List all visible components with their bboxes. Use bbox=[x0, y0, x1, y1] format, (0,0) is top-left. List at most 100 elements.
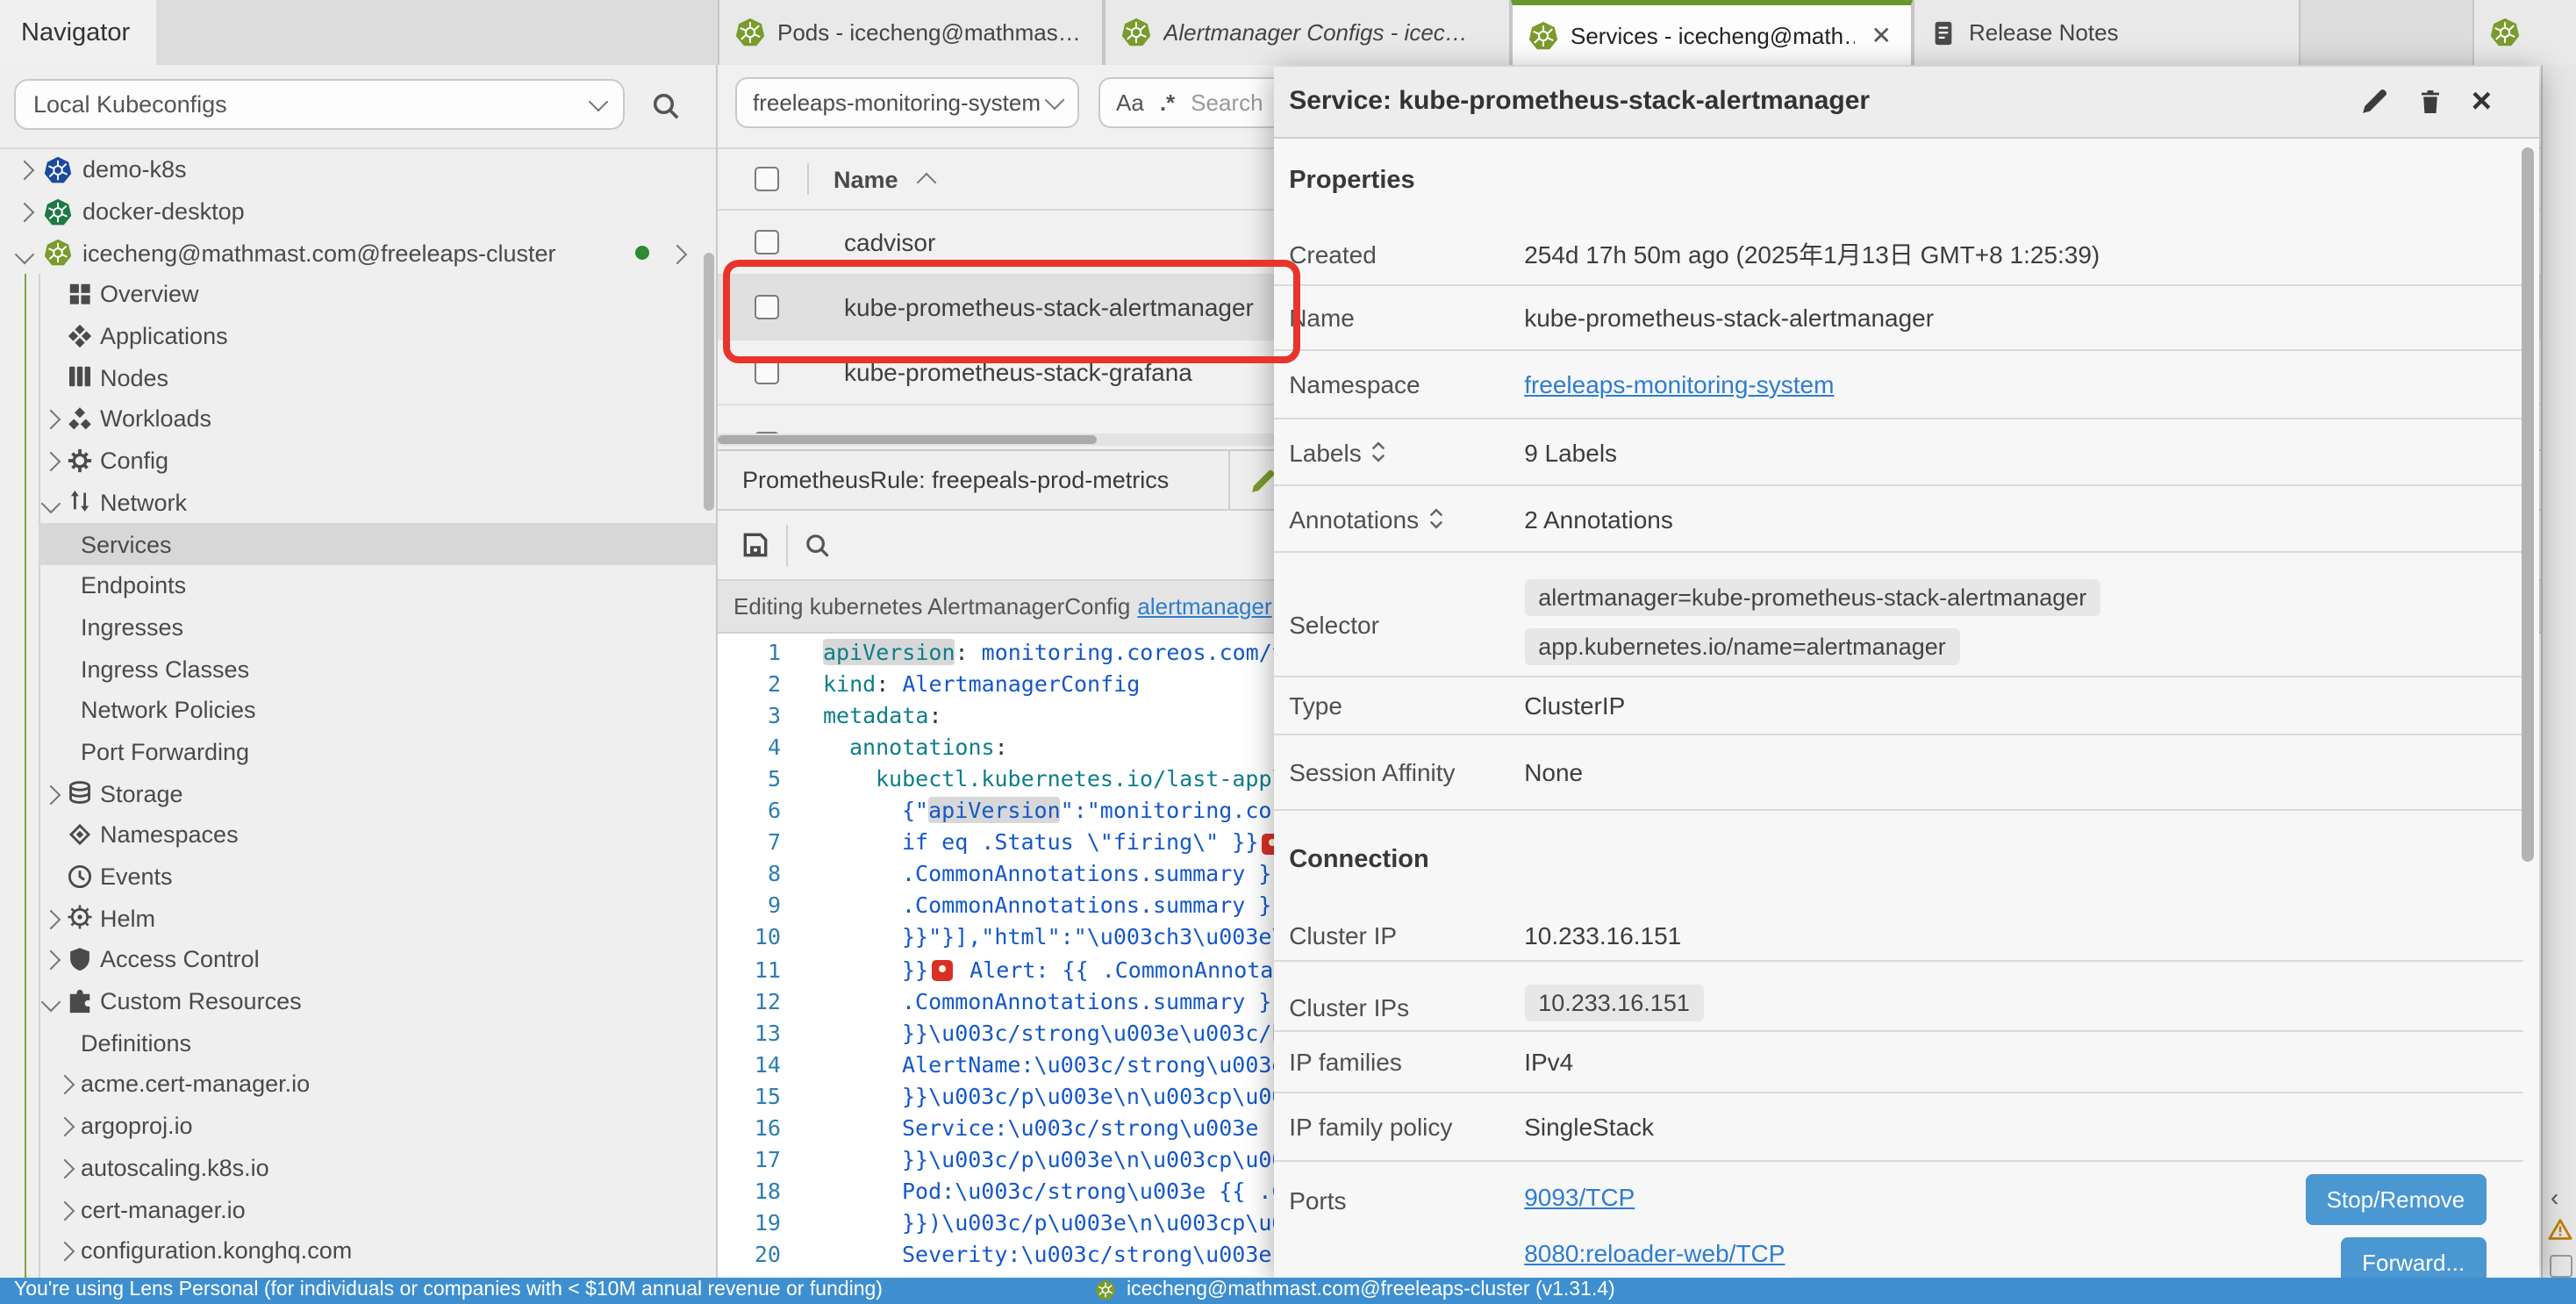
sidebar-item-access-control[interactable]: Access Control bbox=[0, 939, 718, 980]
tab-services-icecheng-math-[interactable]: Services - icecheng@math…✕ bbox=[1511, 0, 1913, 65]
chevron-right-icon[interactable] bbox=[44, 448, 58, 474]
sidebar-item-config[interactable]: Config bbox=[0, 441, 718, 482]
namespaces-icon bbox=[67, 821, 95, 849]
chevron-right-icon[interactable] bbox=[58, 1071, 72, 1098]
active-cluster-version[interactable]: icecheng@mathmast.com@freeleaps-cluster … bbox=[1127, 1280, 1615, 1301]
chevron-right-icon[interactable] bbox=[18, 157, 32, 183]
port-link[interactable]: 8080:reloader-web/TCP bbox=[1524, 1239, 1785, 1267]
sidebar-item-network-policies[interactable]: Network Policies bbox=[0, 690, 718, 731]
sidebar-item-events[interactable]: Events bbox=[0, 856, 718, 897]
chevron-down-icon[interactable] bbox=[18, 240, 32, 266]
sidebar-item-applications[interactable]: Applications bbox=[0, 316, 718, 357]
sidebar-item-port-forwarding[interactable]: Port Forwarding bbox=[0, 731, 718, 772]
network-icon bbox=[67, 489, 95, 517]
tab-alertmanager-configs-ice[interactable]: Alertmanager Configs - icec… bbox=[1104, 0, 1511, 65]
chevron-right-icon[interactable] bbox=[44, 780, 58, 806]
sidebar-item-endpoints[interactable]: Endpoints bbox=[0, 565, 718, 606]
name-column-header[interactable]: Name bbox=[834, 166, 898, 192]
chevron-down-icon bbox=[1045, 90, 1065, 111]
row-value: 2 Annotations bbox=[1524, 505, 1673, 533]
chevron-down-icon[interactable] bbox=[44, 988, 58, 1014]
drawer-row-annotations: Annotations2 Annotations bbox=[1273, 486, 2522, 553]
chevron-right-icon[interactable] bbox=[58, 1155, 72, 1181]
sort-updown-icon[interactable] bbox=[1370, 441, 1386, 463]
save-icon[interactable] bbox=[741, 530, 770, 560]
sidebar-item-acme-cert-manager-io[interactable]: acme.cert-manager.io bbox=[0, 1064, 718, 1105]
chevron-right-icon[interactable] bbox=[18, 198, 32, 225]
search-icon[interactable] bbox=[651, 91, 681, 121]
chevron-right-icon[interactable] bbox=[670, 240, 684, 266]
code-token: }}\u003c/p\u003e\n\u003cp\u003e bbox=[902, 1083, 1312, 1109]
chevron-right-icon[interactable] bbox=[44, 905, 58, 931]
code-token: monitoring.coreos.com/v1 bbox=[982, 638, 1299, 664]
license-notice[interactable]: You're using Lens Personal (for individu… bbox=[14, 1280, 883, 1301]
chevron-down-icon[interactable] bbox=[44, 490, 58, 516]
edit-pencil-icon[interactable] bbox=[2361, 87, 2391, 117]
delete-trash-icon[interactable] bbox=[2417, 87, 2445, 117]
tab-pods-icecheng-mathmas-[interactable]: Pods - icecheng@mathmas… bbox=[718, 0, 1104, 65]
sidebar-item-overview[interactable]: Overview bbox=[0, 274, 718, 315]
forward-button[interactable]: Forward... bbox=[2341, 1237, 2486, 1277]
sidebar-item-definitions[interactable]: Definitions bbox=[0, 1022, 718, 1064]
chevron-right-icon[interactable] bbox=[58, 1237, 72, 1264]
sidebar-item-cert-manager-io[interactable]: cert-manager.io bbox=[0, 1188, 718, 1229]
row-checkbox[interactable] bbox=[755, 360, 779, 384]
sidebar-item-network[interactable]: Network bbox=[0, 482, 718, 523]
sidebar-item-custom-resources[interactable]: Custom Resources bbox=[0, 981, 718, 1022]
tab-close-icon[interactable]: ✕ bbox=[1868, 20, 1895, 50]
collapse-chevron-icon[interactable]: ‹ bbox=[2551, 1183, 2558, 1211]
sidebar-item-storage[interactable]: Storage bbox=[0, 773, 718, 814]
tab-partial[interactable] bbox=[2472, 0, 2576, 65]
sidebar-item-configuration-konghq-com[interactable]: configuration.konghq.com bbox=[0, 1230, 718, 1272]
sidebar-item-nodes[interactable]: Nodes bbox=[0, 357, 718, 398]
code-token: if eq .Status \"firing\" }} bbox=[902, 828, 1258, 855]
regex-icon[interactable]: .* bbox=[1160, 90, 1175, 116]
sidebar-item-services[interactable]: Services bbox=[0, 523, 718, 564]
code-token: }}\u003c/p\u003e\n\u003cp\u003e bbox=[902, 1146, 1312, 1172]
sidebar-item-autoscaling-k8s-io[interactable]: autoscaling.k8s.io bbox=[0, 1147, 718, 1188]
chevron-right-icon[interactable] bbox=[58, 1113, 72, 1139]
overview-icon bbox=[67, 281, 95, 309]
tab-release-notes[interactable]: Release Notes bbox=[1913, 0, 2301, 65]
chevron-right-icon[interactable] bbox=[44, 947, 58, 973]
navigator-sidebar: Local Kubeconfigs demo-k8sdocker-desktop… bbox=[0, 65, 718, 1278]
line-number: 19 bbox=[718, 1207, 781, 1239]
match-case-icon[interactable]: Aa bbox=[1116, 90, 1144, 116]
kubeconfig-selector[interactable]: Local Kubeconfigs bbox=[14, 79, 625, 130]
sort-updown-icon[interactable] bbox=[1428, 507, 1443, 530]
sort-asc-icon[interactable] bbox=[916, 173, 936, 193]
warning-icon[interactable] bbox=[2547, 1218, 2572, 1241]
editor-search-icon[interactable] bbox=[804, 531, 832, 559]
navigator-scrollbar[interactable] bbox=[704, 253, 714, 511]
sidebar-item-ingresses[interactable]: Ingresses bbox=[0, 606, 718, 648]
sidebar-item-demo-k8s[interactable]: demo-k8s bbox=[0, 149, 718, 190]
drawer-body: PropertiesCreated254d 17h 50m ago (2025年… bbox=[1273, 139, 2522, 1277]
sidebar-item-icecheng-mathmast-com-freeleaps-cluster[interactable]: icecheng@mathmast.com@freeleaps-cluster bbox=[0, 233, 718, 274]
chevron-right-icon[interactable] bbox=[58, 1196, 72, 1222]
sidebar-item-ingress-classes[interactable]: Ingress Classes bbox=[0, 648, 718, 690]
sidebar-item-helm[interactable]: Helm bbox=[0, 898, 718, 939]
sidebar-item-namespaces[interactable]: Namespaces bbox=[0, 814, 718, 856]
editing-resource-link[interactable]: alertmanager bbox=[1137, 593, 1271, 620]
port-link[interactable]: 9093/TCP bbox=[1524, 1183, 1635, 1211]
drawer-scrollbar[interactable] bbox=[2522, 147, 2534, 861]
namespace-selector[interactable]: freeleaps-monitoring-system bbox=[735, 77, 1079, 128]
namespace-link[interactable]: freeleaps-monitoring-system bbox=[1524, 370, 1834, 398]
document-icon bbox=[1930, 18, 1957, 47]
kubernetes-icon bbox=[735, 18, 765, 47]
select-all-checkbox[interactable] bbox=[755, 167, 779, 191]
sidebar-item-argoproj-io[interactable]: argoproj.io bbox=[0, 1106, 718, 1147]
sidebar-item-workloads[interactable]: Workloads bbox=[0, 398, 718, 440]
stop-remove-button[interactable]: Stop/Remove bbox=[2306, 1174, 2487, 1225]
table-horizontal-scrollbar[interactable] bbox=[718, 433, 1274, 446]
chevron-right-icon[interactable] bbox=[44, 406, 58, 433]
line-number: 4 bbox=[718, 731, 781, 763]
sidebar-item-label: icecheng@mathmast.com@freeleaps-cluster bbox=[82, 240, 556, 266]
sidebar-item-label: Definitions bbox=[81, 1030, 191, 1057]
sidebar-item-docker-desktop[interactable]: docker-desktop bbox=[0, 190, 718, 232]
row-checkbox[interactable] bbox=[755, 230, 779, 254]
code-token: AlertmanagerConfig bbox=[902, 670, 1140, 696]
tab-label: Pods - icecheng@mathmas… bbox=[777, 19, 1086, 46]
close-icon[interactable]: × bbox=[2472, 84, 2492, 119]
scrollbar-thumb[interactable] bbox=[718, 435, 1097, 444]
